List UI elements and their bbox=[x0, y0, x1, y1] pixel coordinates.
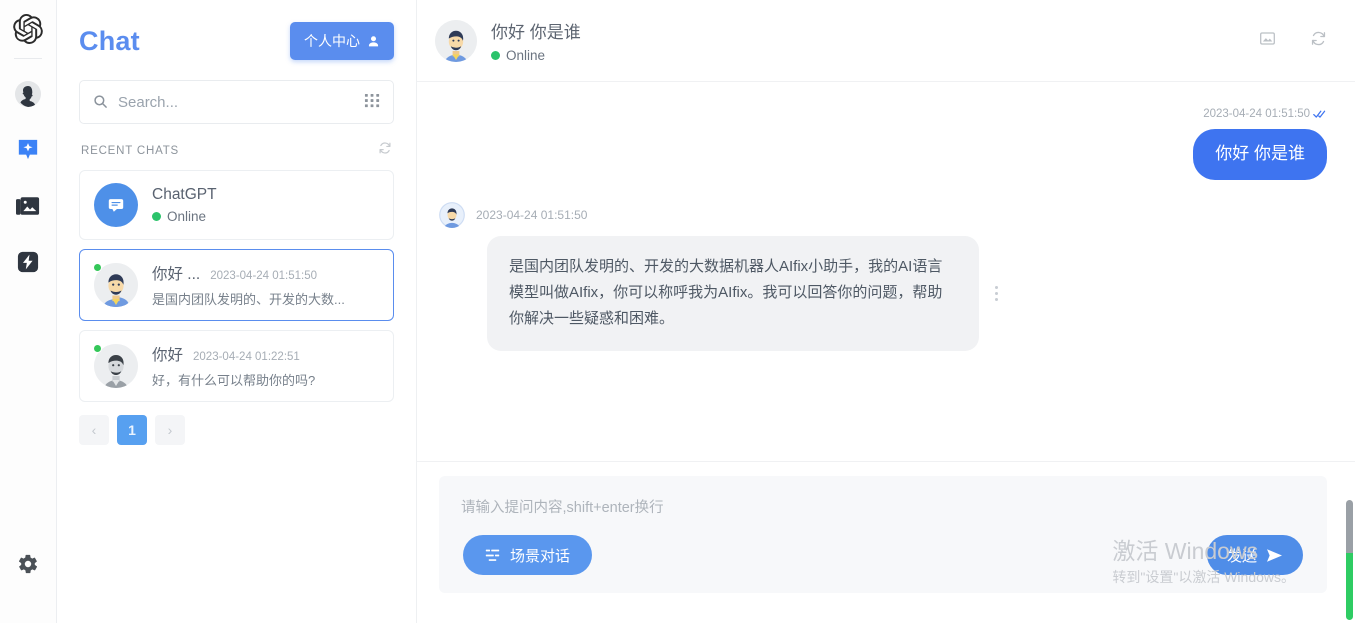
avatar bbox=[94, 183, 138, 227]
rail-item-settings[interactable] bbox=[11, 547, 45, 581]
list-item-name: 你好 bbox=[152, 343, 183, 365]
list-item-time: 2023-04-24 01:22:51 bbox=[193, 351, 300, 363]
app-root: Chat 个人中心 bbox=[0, 0, 1355, 623]
pagination-next[interactable]: › bbox=[155, 415, 185, 445]
chat-title: 你好 你是谁 bbox=[491, 18, 1259, 43]
message-bubble-row: 是国内团队发明的、开发的大数据机器人AIfix小助手，我的AI语言模型叫做AIf… bbox=[487, 236, 1327, 351]
search-wrapper bbox=[79, 80, 394, 124]
list-item[interactable]: ChatGPT Online bbox=[79, 170, 394, 240]
openai-logo-icon bbox=[13, 14, 43, 44]
list-item[interactable]: 你好 2023-04-24 01:22:51 好，有什么可以帮助你的吗? bbox=[79, 330, 394, 402]
message-outgoing: 2023-04-24 01:51:50 你好 你是谁 bbox=[439, 108, 1327, 180]
profile-button-label: 个人中心 bbox=[304, 31, 360, 51]
status-badge: Online bbox=[152, 209, 379, 224]
list-item-name: 你好 ... bbox=[152, 262, 200, 284]
composer[interactable]: 请输入提问内容,shift+enter换行 场景对话 发送 bbox=[439, 476, 1327, 593]
rail-item-lightning[interactable] bbox=[11, 245, 45, 279]
search-input[interactable] bbox=[79, 80, 394, 124]
chat-header: 你好 你是谁 Online bbox=[417, 0, 1355, 82]
list-item-status: Online bbox=[167, 209, 206, 224]
photo-album-icon bbox=[16, 196, 40, 217]
vertical-scrollbar[interactable] bbox=[1346, 500, 1353, 620]
chat-sidebar: Chat 个人中心 bbox=[57, 0, 417, 623]
list-item-title-row: 你好 2023-04-24 01:22:51 bbox=[152, 343, 379, 365]
status-badge: Online bbox=[491, 48, 1259, 63]
online-dot-icon bbox=[491, 51, 500, 60]
online-dot-icon bbox=[93, 263, 102, 272]
list-item-body: 你好 2023-04-24 01:22:51 好，有什么可以帮助你的吗? bbox=[152, 343, 379, 389]
chat-main: 你好 你是谁 Online bbox=[417, 0, 1355, 623]
message-input-placeholder[interactable]: 请输入提问内容,shift+enter换行 bbox=[461, 496, 1305, 517]
avatar bbox=[439, 202, 465, 228]
message-meta: 2023-04-24 01:51:50 bbox=[439, 202, 1327, 228]
avatar-icon bbox=[15, 81, 41, 107]
scene-dialog-label: 场景对话 bbox=[510, 545, 570, 566]
pagination-prev[interactable]: ‹ bbox=[79, 415, 109, 445]
message-menu-icon[interactable] bbox=[995, 286, 998, 301]
pagination-page-1[interactable]: 1 bbox=[117, 415, 147, 445]
rail-item-sparkle[interactable] bbox=[11, 133, 45, 167]
list-item-body: 你好 ... 2023-04-24 01:51:50 是国内团队发明的、开发的大… bbox=[152, 262, 379, 308]
list-item-title-row: 你好 ... 2023-04-24 01:51:50 bbox=[152, 262, 379, 284]
keypad-grid-icon[interactable] bbox=[364, 93, 381, 115]
list-item-time: 2023-04-24 01:51:50 bbox=[210, 270, 317, 282]
search-icon bbox=[93, 94, 108, 114]
message-timestamp: 2023-04-24 01:51:50 bbox=[476, 208, 587, 222]
send-button-label: 发送 bbox=[1227, 545, 1257, 566]
list-item-name: ChatGPT bbox=[152, 186, 217, 204]
user-icon bbox=[367, 35, 380, 48]
list-item-body: ChatGPT Online bbox=[152, 186, 379, 224]
message-incoming: 2023-04-24 01:51:50 是国内团队发明的、开发的大数据机器人AI… bbox=[439, 202, 1327, 351]
avatar bbox=[94, 344, 138, 388]
list-item-preview: 好，有什么可以帮助你的吗? bbox=[152, 370, 379, 389]
pagination: ‹ 1 › bbox=[79, 415, 394, 445]
recent-chats-label: RECENT CHATS bbox=[81, 145, 179, 157]
message-meta: 2023-04-24 01:51:50 bbox=[1203, 108, 1327, 120]
chat-status-label: Online bbox=[506, 48, 545, 63]
page-title: Chat bbox=[79, 26, 140, 57]
chat-header-info: 你好 你是谁 Online bbox=[491, 18, 1259, 63]
rail-item-avatar[interactable] bbox=[11, 77, 45, 111]
send-button[interactable]: 发送 bbox=[1207, 535, 1303, 575]
rail-divider bbox=[14, 58, 42, 59]
recent-chats-header: RECENT CHATS bbox=[79, 138, 394, 170]
online-dot-icon bbox=[152, 212, 161, 221]
image-icon[interactable] bbox=[1259, 30, 1276, 52]
chat-bubble-avatar-icon bbox=[94, 183, 138, 227]
message-list: 2023-04-24 01:51:50 你好 你是谁 bbox=[417, 82, 1355, 438]
message-bubble: 你好 你是谁 bbox=[1193, 129, 1327, 180]
refresh-icon[interactable] bbox=[378, 141, 392, 160]
scene-dialog-button[interactable]: 场景对话 bbox=[463, 535, 592, 575]
avatar bbox=[94, 263, 138, 307]
sparkle-badge-icon bbox=[17, 138, 39, 162]
gear-icon bbox=[17, 553, 39, 575]
online-dot-icon bbox=[93, 344, 102, 353]
profile-center-button[interactable]: 个人中心 bbox=[290, 22, 394, 60]
lightning-icon bbox=[17, 251, 39, 273]
composer-area: 请输入提问内容,shift+enter换行 场景对话 发送 bbox=[417, 461, 1355, 623]
chat-header-actions bbox=[1259, 30, 1327, 52]
message-timestamp: 2023-04-24 01:51:50 bbox=[1203, 108, 1310, 120]
sidebar-header: Chat 个人中心 bbox=[79, 0, 394, 60]
avatar bbox=[435, 20, 477, 62]
rail-item-photos[interactable] bbox=[11, 189, 45, 223]
message-bubble: 是国内团队发明的、开发的大数据机器人AIfix小助手，我的AI语言模型叫做AIf… bbox=[487, 236, 979, 351]
list-item[interactable]: 你好 ... 2023-04-24 01:51:50 是国内团队发明的、开发的大… bbox=[79, 249, 394, 321]
list-item-title-row: ChatGPT bbox=[152, 186, 379, 204]
scene-icon bbox=[485, 548, 500, 563]
double-check-icon bbox=[1313, 109, 1327, 119]
refresh-icon[interactable] bbox=[1310, 30, 1327, 52]
list-item-preview: 是国内团队发明的、开发的大数... bbox=[152, 289, 379, 308]
send-icon bbox=[1266, 548, 1283, 563]
icon-rail bbox=[0, 0, 57, 623]
